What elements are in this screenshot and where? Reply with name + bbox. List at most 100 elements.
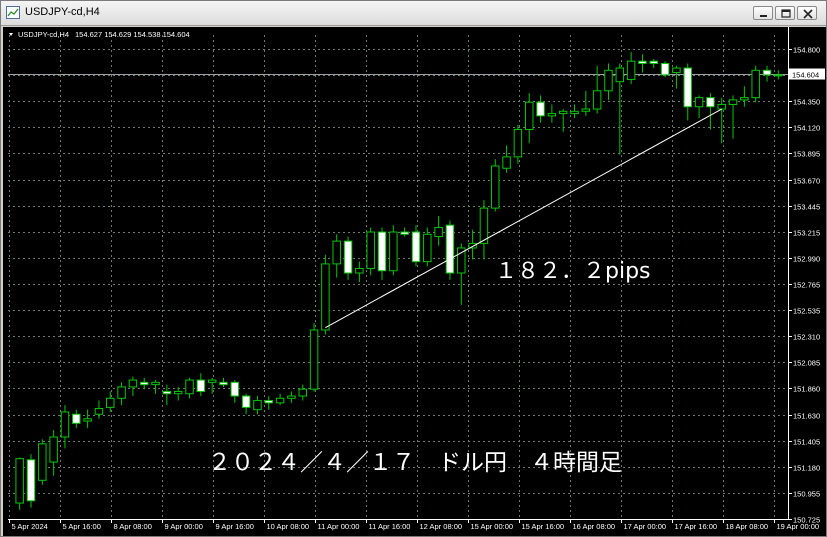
bear-candle <box>139 381 149 386</box>
window-titlebar[interactable]: USDJPY-cd,H4 <box>1 1 826 26</box>
x-tick-label: 11 Apr 16:00 <box>369 522 411 531</box>
bull-candle <box>94 408 104 415</box>
symbol-label: USDJPY-cd,H4 <box>18 30 69 39</box>
date-pair-timeframe-annotation: ２０２４／４／１７ ドル円 ４時間足 <box>208 450 622 476</box>
y-tick-label: 152.085 <box>793 359 820 368</box>
bear-candle <box>683 67 692 108</box>
bull-candle <box>626 60 636 80</box>
y-tick-label: 150.955 <box>793 490 820 499</box>
current-price-label: 154.604 <box>792 71 819 80</box>
pips-annotation: １８２．２pips <box>495 259 651 284</box>
bull-candle <box>524 101 534 131</box>
y-tick-label: 152.765 <box>793 281 820 290</box>
bear-candle <box>706 97 715 108</box>
bull-candle <box>117 386 126 399</box>
bull-candle <box>128 379 138 388</box>
annotations: １８２．２pips ２０２４／４／１７ ドル円 ４時間足 <box>208 259 651 476</box>
price-chart[interactable]: 154.800154.575154.350154.120153.895153.6… <box>3 27 826 536</box>
bull-candle <box>672 67 681 74</box>
bull-candle <box>491 165 500 209</box>
grid <box>8 35 788 520</box>
x-tick-label: 15 Apr 00:00 <box>471 522 514 531</box>
maximize-button[interactable] <box>775 6 795 20</box>
bear-candle <box>196 379 206 392</box>
bear-candle <box>445 224 455 274</box>
chart-icon <box>6 6 20 19</box>
y-tick-label: 153.670 <box>793 177 820 186</box>
bull-candle <box>547 113 557 117</box>
bear-candle <box>241 395 251 408</box>
chart-window: USDJPY-cd,H4 154.800154.575154.350154.12… <box>0 0 827 537</box>
bear-candle <box>377 231 387 272</box>
x-tick-label: 5 Apr 16:00 <box>63 522 101 531</box>
y-tick-label: 151.860 <box>793 385 820 394</box>
bull-candle <box>253 400 262 411</box>
x-tick-label: 18 Apr 08:00 <box>726 522 769 531</box>
bull-candle <box>570 110 579 115</box>
minimize-button[interactable] <box>753 6 773 20</box>
window-title: USDJPY-cd,H4 <box>25 6 100 18</box>
bull-candle <box>615 67 625 83</box>
bull-candle <box>434 226 443 238</box>
bull-candle <box>15 458 24 504</box>
bull-candle <box>581 108 591 112</box>
bear-candle <box>638 60 647 64</box>
y-tick-label: 151.180 <box>793 464 820 473</box>
bull-candle <box>173 390 183 395</box>
x-tick-label: 9 Apr 00:00 <box>165 522 203 531</box>
bull-candle <box>717 103 726 110</box>
bull-candle <box>479 207 489 244</box>
x-tick-label: 15 Apr 16:00 <box>522 522 565 531</box>
x-tick-label: 17 Apr 00:00 <box>624 522 667 531</box>
bear-candle <box>230 381 240 397</box>
x-tick-label: 8 Apr 08:00 <box>114 522 152 531</box>
y-tick-label: 153.215 <box>793 229 820 238</box>
bull-candle <box>298 388 307 397</box>
bear-candle <box>660 62 670 76</box>
bull-candle <box>332 240 341 265</box>
bull-candle <box>389 231 398 272</box>
bear-candle <box>536 101 545 117</box>
bull-candle <box>83 418 92 422</box>
bear-candle <box>343 240 353 274</box>
bull-candle <box>321 263 330 331</box>
bear-candle <box>72 413 81 424</box>
y-tick-label: 154.350 <box>793 98 820 107</box>
x-tick-label: 10 Apr 08:00 <box>267 522 310 531</box>
bull-candle <box>309 329 319 390</box>
bull-candle <box>774 74 783 77</box>
bull-candle <box>423 233 432 263</box>
bull-candle <box>604 69 613 92</box>
bull-candle <box>106 397 115 408</box>
bull-candle <box>740 97 749 101</box>
bull-candle <box>287 395 296 399</box>
y-tick-label: 152.990 <box>793 255 820 264</box>
candlestick-chart: 154.800154.575154.350154.120153.895153.6… <box>8 27 825 531</box>
bull-candle <box>728 99 738 105</box>
bear-candle <box>762 69 772 76</box>
bear-candle <box>649 60 659 64</box>
y-tick-label: 151.405 <box>793 438 820 447</box>
bull-candle <box>468 242 477 249</box>
y-tick-label: 153.445 <box>793 203 820 212</box>
close-button[interactable] <box>797 6 817 20</box>
ohlc-label: 154.627 154.629 154.538 154.604 <box>75 30 190 39</box>
bull-candle <box>751 69 760 99</box>
x-tick-label: 16 Apr 08:00 <box>573 522 616 531</box>
bear-candle <box>411 231 421 263</box>
bear-candle <box>26 459 36 502</box>
x-tick-label: 5 Apr 2024 <box>12 522 48 531</box>
y-tick-label: 152.535 <box>793 307 820 316</box>
bull-candle <box>49 436 58 463</box>
y-tick-label: 154.800 <box>793 46 820 55</box>
bull-candle <box>592 90 602 110</box>
trend-line <box>325 108 722 329</box>
minimize-icon <box>760 15 767 17</box>
bull-candle <box>502 156 511 169</box>
x-tick-label: 11 Apr 00:00 <box>318 522 360 531</box>
y-tick-label: 153.895 <box>793 150 820 159</box>
trend-line-group <box>325 108 722 329</box>
bull-candle <box>694 97 704 108</box>
bull-candle <box>558 110 568 115</box>
bull-candle <box>207 379 217 383</box>
